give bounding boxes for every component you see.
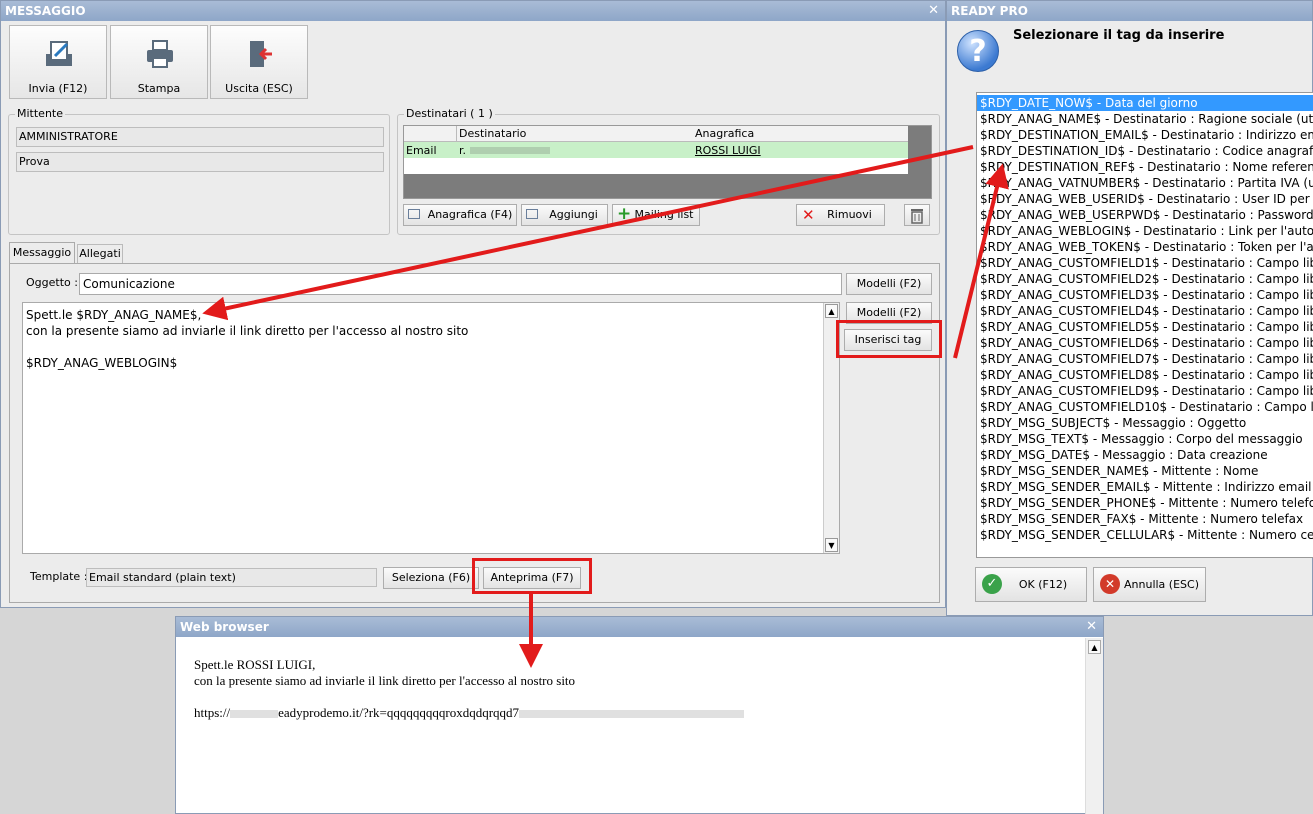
annotation-arrows — [202, 145, 1009, 668]
arrow-list-to-body — [202, 145, 974, 321]
arrow-inserisci-to-list — [953, 163, 1009, 359]
